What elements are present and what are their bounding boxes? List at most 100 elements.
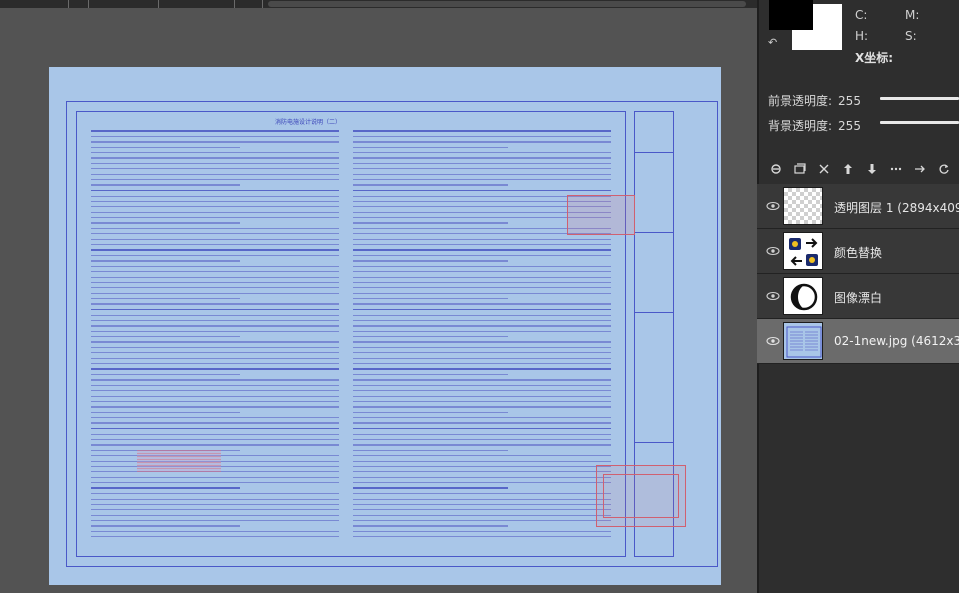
text-line <box>353 465 611 468</box>
text-line <box>353 520 611 522</box>
text-line <box>91 384 339 387</box>
text-line <box>353 379 611 381</box>
text-line <box>91 130 339 132</box>
more-icon[interactable] <box>884 160 908 178</box>
text-line <box>91 243 339 246</box>
text-line <box>91 352 339 354</box>
visibility-eye-icon[interactable] <box>766 244 780 258</box>
text-line <box>353 449 508 451</box>
text-line <box>91 362 339 365</box>
layer-item[interactable]: 颜色替换 <box>757 229 959 274</box>
text-line <box>91 271 339 273</box>
text-line <box>353 411 508 413</box>
visibility-eye-icon[interactable] <box>766 334 780 348</box>
text-line <box>353 417 611 419</box>
text-line <box>353 471 611 473</box>
text-line <box>91 395 339 397</box>
background-opacity-slider[interactable] <box>880 121 959 124</box>
document-image: 消防电施设计说明（二） <box>49 67 721 585</box>
document-thumbnail <box>783 322 823 360</box>
horizontal-scrollbar[interactable] <box>0 0 757 8</box>
text-line <box>91 135 339 138</box>
foreground-opacity-slider[interactable] <box>880 97 959 100</box>
text-line <box>91 152 339 154</box>
info-m-label: M: <box>905 8 920 22</box>
scrollbar-thumb[interactable] <box>268 1 746 7</box>
text-line <box>353 238 611 240</box>
text-line <box>353 476 611 478</box>
layer-item[interactable]: 图像漂白 <box>757 274 959 319</box>
merge-icon[interactable] <box>908 160 932 178</box>
text-line <box>91 146 240 148</box>
text-line <box>353 352 611 354</box>
text-line <box>91 444 339 446</box>
text-line <box>353 243 611 246</box>
foreground-opacity-row: 前景透明度: 255 <box>768 92 861 109</box>
text-line <box>91 439 339 441</box>
text-line <box>353 298 508 300</box>
text-line <box>353 265 611 267</box>
text-line <box>91 184 240 186</box>
text-line <box>353 514 611 516</box>
text-line <box>353 152 611 154</box>
text-line <box>353 336 508 338</box>
text-line <box>91 346 339 348</box>
ruler-tick <box>68 0 69 8</box>
text-line <box>353 162 611 165</box>
link-layers-icon[interactable] <box>764 160 788 178</box>
background-opacity-row: 背景透明度: 255 <box>768 117 861 134</box>
document-title: 消防电施设计说明（二） <box>275 119 342 126</box>
layer-item[interactable]: 透明图层 1 (2894x4093 <box>757 184 959 229</box>
info-c-label: C: <box>855 8 868 22</box>
text-line <box>353 141 611 143</box>
text-line <box>353 487 508 489</box>
red-seal-stamp <box>596 465 686 527</box>
text-line <box>91 476 339 478</box>
reset-colors-icon[interactable]: ↶ <box>768 36 777 49</box>
red-seal-stamp <box>567 195 635 235</box>
text-line <box>353 444 611 446</box>
foreground-color-swatch[interactable] <box>769 0 813 30</box>
text-line <box>91 195 339 197</box>
text-line <box>91 514 339 516</box>
text-line <box>353 130 611 132</box>
text-line <box>353 536 611 538</box>
text-line <box>91 319 339 322</box>
text-line <box>91 287 339 289</box>
move-down-icon[interactable] <box>860 160 884 178</box>
text-line <box>353 308 611 311</box>
x-coordinate-label: X坐标: <box>855 51 894 65</box>
canvas-area[interactable]: 消防电施设计说明（二） <box>0 0 757 593</box>
visibility-eye-icon[interactable] <box>766 289 780 303</box>
refresh-icon[interactable] <box>932 160 956 178</box>
text-line <box>91 411 240 413</box>
text-line <box>91 406 339 408</box>
text-line <box>353 525 508 527</box>
text-line <box>91 536 339 538</box>
text-line <box>91 433 339 435</box>
text-line <box>353 189 611 192</box>
text-line <box>91 238 339 240</box>
layer-effects-icon[interactable] <box>788 160 812 178</box>
text-line <box>353 395 611 397</box>
text-line <box>353 433 611 435</box>
text-line <box>91 157 339 159</box>
delete-layer-icon[interactable] <box>812 160 836 178</box>
text-line <box>353 341 611 343</box>
move-up-icon[interactable] <box>836 160 860 178</box>
text-line <box>91 233 339 235</box>
visibility-eye-icon[interactable] <box>766 199 780 213</box>
text-line <box>91 227 339 229</box>
foreground-opacity-label: 前景透明度: <box>768 94 833 108</box>
layer-item-selected[interactable]: 02-1new.jpg (4612x34 <box>757 319 959 364</box>
text-line <box>91 265 339 267</box>
text-line <box>353 368 611 370</box>
ruler-tick <box>158 0 159 8</box>
text-line <box>353 287 611 289</box>
text-line <box>91 168 339 170</box>
text-line <box>91 308 339 311</box>
background-opacity-label: 背景透明度: <box>768 119 833 133</box>
text-line <box>353 422 611 424</box>
text-line <box>91 530 339 532</box>
text-line <box>353 503 611 506</box>
